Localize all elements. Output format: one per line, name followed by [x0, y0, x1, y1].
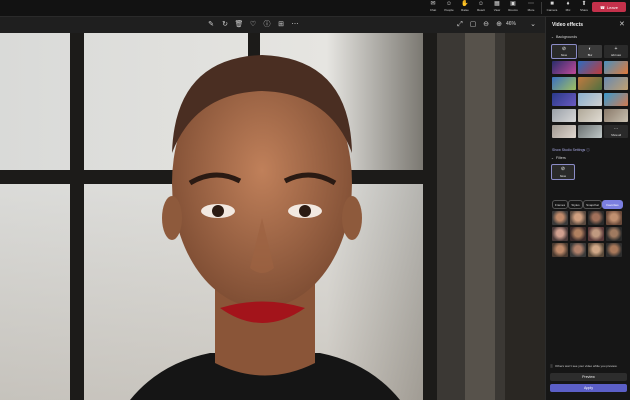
info-icon: ⓘ: [550, 364, 554, 368]
filter-tile[interactable]: [552, 243, 568, 257]
background-image-tile[interactable]: [578, 109, 602, 122]
background-blur-tile[interactable]: ◐ Blur: [578, 45, 602, 58]
chevron-down-icon: ⌄: [551, 156, 555, 160]
background-image-tile[interactable]: [578, 93, 602, 106]
fit-icon[interactable]: ▢: [468, 20, 478, 30]
preview-notice: ⓘ Others won't see your video while you p…: [550, 364, 618, 368]
person-photo: [0, 33, 545, 400]
filter-tile[interactable]: [552, 211, 568, 225]
none-icon: ⊘: [561, 46, 567, 52]
zoom-in-icon[interactable]: ⊕: [494, 20, 504, 30]
background-image-tile[interactable]: [604, 93, 628, 106]
background-image-tile[interactable]: [604, 109, 628, 122]
video-preview: [0, 33, 545, 400]
filter-tile[interactable]: [588, 243, 604, 257]
share-icon: ⬆: [581, 1, 587, 7]
filter-tile[interactable]: [570, 227, 586, 241]
filters-heading[interactable]: ⌄ Filters: [551, 156, 566, 160]
mic-button[interactable]: ♦ Mic: [561, 0, 575, 16]
view-icon: ▦: [494, 1, 500, 7]
image-toolbar: ✎ ↻ 🗑 ♡ ⓘ ⊞ ⋯ ⤢ ▢ ⊖ ⊕ 46% ⌄: [0, 17, 545, 33]
background-none-tile[interactable]: ⊘ None: [551, 44, 577, 59]
filter-tile[interactable]: [588, 211, 604, 225]
edit-icon[interactable]: ✎: [206, 20, 216, 30]
video-effects-panel: Video effects ✕ ⌄ Backgrounds ⊘ None ◐ Blur…: [545, 17, 630, 400]
background-image-tile[interactable]: [604, 61, 628, 74]
filter-tile[interactable]: [588, 227, 604, 241]
phone-icon: ☎: [600, 4, 606, 10]
zoom-level: 46%: [506, 21, 517, 27]
background-image-tile[interactable]: [552, 93, 576, 106]
react-icon: ☺: [477, 1, 485, 7]
filter-tile[interactable]: [570, 243, 586, 257]
favorite-icon[interactable]: ♡: [248, 20, 258, 30]
leave-button[interactable]: ☎ Leave: [592, 2, 626, 12]
rooms-button[interactable]: ▣ Rooms: [506, 0, 520, 16]
filter-tab-favorites[interactable]: Favorites: [602, 200, 623, 209]
show-all-tile[interactable]: ⋯ Show all: [604, 125, 628, 138]
filter-tile[interactable]: [606, 211, 622, 225]
none-icon: ⊘: [560, 166, 566, 172]
zoom-out-icon[interactable]: ⊖: [481, 20, 491, 30]
filter-tile[interactable]: [606, 243, 622, 257]
filter-none-tile[interactable]: ⊘ None: [551, 164, 575, 180]
raise-hand-icon: ✋: [461, 1, 469, 7]
background-image-tile[interactable]: [578, 61, 602, 74]
rotate-icon[interactable]: ↻: [220, 20, 230, 30]
share-button[interactable]: ⬆ Share: [577, 0, 591, 16]
filter-tab-frames[interactable]: Frames: [552, 200, 568, 209]
filter-tab-snapchat[interactable]: Snapchat: [583, 200, 602, 209]
info-icon[interactable]: ⓘ: [262, 20, 272, 30]
background-image-tile[interactable]: [552, 109, 576, 122]
view-button[interactable]: ▦ View: [490, 0, 504, 16]
filter-tab-styles[interactable]: Styles: [568, 200, 583, 209]
blur-icon: ◐: [588, 46, 592, 52]
background-image-tile[interactable]: [552, 61, 576, 74]
filter-tile[interactable]: [570, 211, 586, 225]
background-image-tile[interactable]: [552, 125, 576, 138]
add-new-icon: +: [614, 46, 618, 52]
panel-title: Video effects: [552, 22, 584, 28]
background-image-tile[interactable]: [578, 125, 602, 138]
chat-icon: ✉: [430, 1, 436, 7]
more-icon: ⋯: [528, 1, 534, 7]
more-options-icon[interactable]: ⋯: [290, 20, 300, 30]
people-button[interactable]: ☺ People: [442, 0, 456, 16]
filter-tile[interactable]: [552, 227, 568, 241]
rooms-icon: ▣: [510, 1, 516, 7]
chevron-down-icon[interactable]: ⌄: [528, 20, 538, 30]
toolbar-divider: [541, 2, 542, 14]
camera-button[interactable]: ■ Camera: [545, 0, 559, 16]
raise-button[interactable]: ✋ Raise: [458, 0, 472, 16]
close-icon[interactable]: ✕: [619, 20, 625, 28]
more-button[interactable]: ⋯ More: [524, 0, 538, 16]
preview-button[interactable]: Preview: [550, 373, 627, 381]
info-icon: ⓘ: [586, 148, 590, 152]
react-button[interactable]: ☺ React: [474, 0, 488, 16]
background-image-tile[interactable]: [578, 77, 602, 90]
meeting-toolbar: ✉ Chat ☺ People ✋ Raise ☺ React ▦ View ▣ Rooms…: [0, 0, 630, 17]
show-all-icon: ⋯: [613, 126, 619, 132]
camera-icon: ■: [550, 1, 554, 7]
apply-button[interactable]: Apply: [550, 384, 627, 392]
backgrounds-heading[interactable]: ⌄ Backgrounds: [551, 35, 577, 39]
background-add-new-tile[interactable]: + Add new: [604, 45, 628, 58]
studio-settings-link[interactable]: Show Studio Settings ⓘ: [552, 148, 590, 153]
delete-icon[interactable]: 🗑: [234, 20, 244, 30]
expand-icon[interactable]: ⤢: [455, 20, 465, 30]
background-image-tile[interactable]: [552, 77, 576, 90]
chat-button[interactable]: ✉ Chat: [426, 0, 440, 16]
chevron-down-icon: ⌄: [551, 35, 555, 39]
mic-icon: ♦: [566, 1, 570, 7]
album-icon[interactable]: ⊞: [276, 20, 286, 30]
background-image-tile[interactable]: [604, 77, 628, 90]
people-icon: ☺: [445, 1, 453, 7]
filter-tile[interactable]: [606, 227, 622, 241]
